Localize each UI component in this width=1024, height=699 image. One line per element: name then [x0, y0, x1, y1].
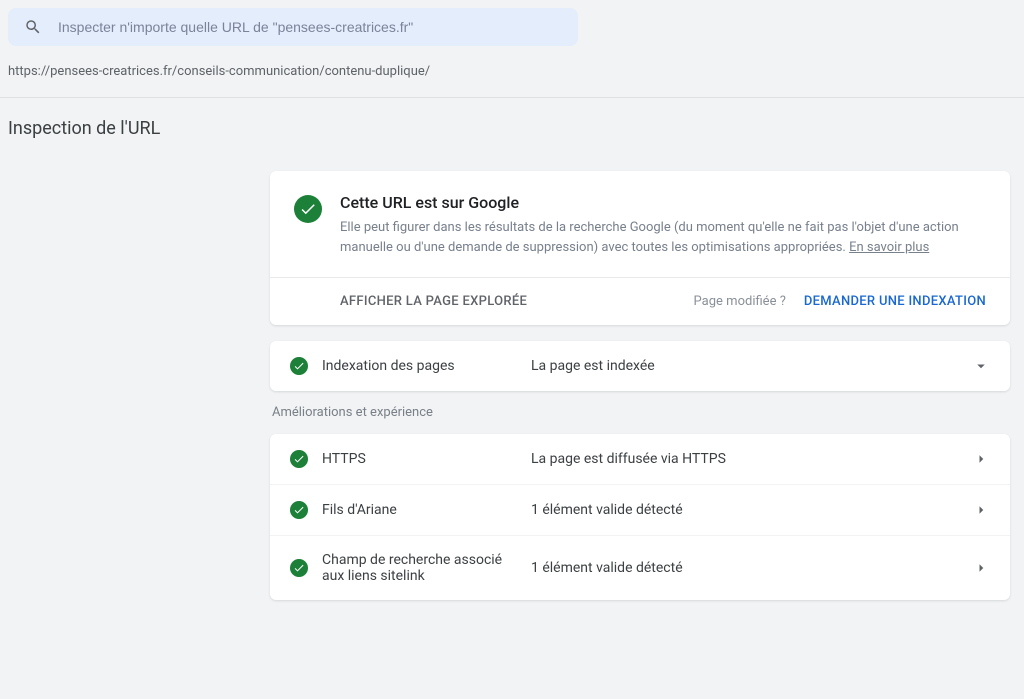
page-modified-label: Page modifiée ? [694, 294, 786, 309]
enhancements-card: HTTPS La page est diffusée via HTTPS Fil… [270, 434, 1010, 600]
breadcrumbs-row[interactable]: Fils d'Ariane 1 élément valide détecté [270, 484, 1010, 535]
checkmark-icon [290, 450, 308, 468]
row-value: La page est diffusée via HTTPS [531, 451, 958, 467]
enhancements-heading: Améliorations et expérience [272, 405, 1010, 420]
search-input[interactable] [58, 19, 562, 35]
checkmark-icon [290, 357, 308, 375]
status-description: Elle peut figurer dans les résultats de … [340, 218, 986, 257]
request-indexing-button[interactable]: DEMANDER UNE INDEXATION [804, 294, 986, 309]
row-label: Champ de recherche associé aux liens sit… [322, 552, 517, 584]
indexing-row[interactable]: Indexation des pages La page est indexée [270, 341, 1010, 391]
search-icon [24, 18, 42, 36]
chevron-right-icon [972, 501, 990, 519]
chevron-right-icon [972, 559, 990, 577]
chevron-down-icon [972, 357, 990, 375]
indexing-card: Indexation des pages La page est indexée [270, 341, 1010, 391]
chevron-right-icon [972, 450, 990, 468]
row-value: 1 élément valide détecté [531, 560, 958, 576]
sitelinks-search-row[interactable]: Champ de recherche associé aux liens sit… [270, 535, 1010, 600]
status-title: Cette URL est sur Google [340, 193, 986, 212]
page-title: Inspection de l'URL [0, 98, 1024, 151]
indexing-label: Indexation des pages [322, 358, 517, 374]
checkmark-icon [290, 501, 308, 519]
inspected-url: https://pensees-creatrices.fr/conseils-c… [0, 46, 1024, 98]
https-row[interactable]: HTTPS La page est diffusée via HTTPS [270, 434, 1010, 484]
indexing-value: La page est indexée [531, 358, 958, 374]
row-value: 1 élément valide détecté [531, 502, 958, 518]
status-card: Cette URL est sur Google Elle peut figur… [270, 171, 1010, 325]
learn-more-link[interactable]: En savoir plus [849, 240, 929, 255]
search-bar[interactable] [8, 8, 578, 46]
row-label: Fils d'Ariane [322, 502, 517, 518]
view-crawled-page-button[interactable]: AFFICHER LA PAGE EXPLORÉE [340, 294, 527, 309]
checkmark-icon [290, 559, 308, 577]
row-label: HTTPS [322, 451, 517, 467]
checkmark-icon [294, 195, 322, 223]
